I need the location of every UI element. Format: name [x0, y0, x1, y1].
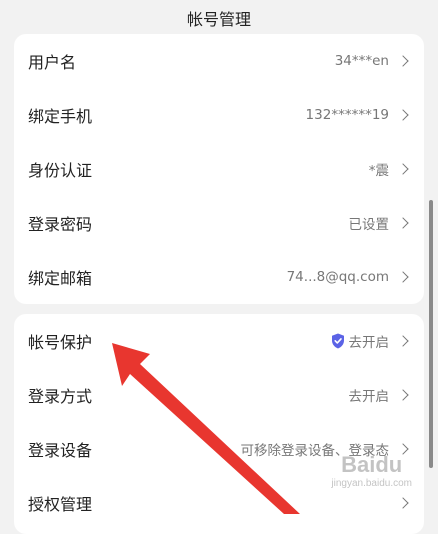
chevron-right-icon — [397, 55, 409, 67]
row-value: 34***en — [334, 53, 389, 69]
row-value: 132******19 — [305, 107, 389, 123]
row-value: 去开启 — [348, 335, 390, 351]
page-header: 帐号管理 — [0, 0, 438, 36]
chevron-right-icon — [397, 217, 409, 229]
shield-check-icon — [331, 333, 344, 349]
page-title: 帐号管理 — [186, 10, 251, 29]
row-label: 登录密码 — [28, 215, 93, 234]
chevron-right-icon — [397, 335, 409, 347]
row-value: *震 — [368, 163, 389, 179]
row-label: 绑定手机 — [28, 107, 93, 126]
security-card: 帐号保护 去开启 登录方式 去开启 登录设备 可移除登录设备、登录态 授权管理 — [14, 314, 424, 534]
row-login-devices[interactable]: 登录设备 可移除登录设备、登录态 — [14, 422, 424, 476]
row-label: 用户名 — [28, 53, 77, 72]
chevron-right-icon — [397, 109, 409, 121]
row-bind-email[interactable]: 绑定邮箱 74...8@qq.com — [14, 250, 424, 304]
row-identity-verification[interactable]: 身份认证 *震 — [14, 142, 424, 196]
chevron-right-icon — [397, 271, 409, 283]
row-label: 授权管理 — [28, 495, 93, 514]
scrollbar[interactable] — [429, 200, 433, 468]
row-label: 绑定邮箱 — [28, 269, 93, 288]
row-username[interactable]: 用户名 34***en — [14, 34, 424, 88]
chevron-right-icon — [397, 389, 409, 401]
chevron-right-icon — [397, 163, 409, 175]
row-account-protection[interactable]: 帐号保护 去开启 — [14, 314, 424, 368]
row-login-method[interactable]: 登录方式 去开启 — [14, 368, 424, 422]
row-label: 登录方式 — [28, 387, 93, 406]
row-value: 可移除登录设备、登录态 — [240, 443, 390, 459]
row-authorization-management[interactable]: 授权管理 — [14, 476, 424, 530]
row-label: 帐号保护 — [28, 333, 93, 352]
row-label: 登录设备 — [28, 441, 93, 460]
chevron-right-icon — [397, 443, 409, 455]
row-bind-phone[interactable]: 绑定手机 132******19 — [14, 88, 424, 142]
row-login-password[interactable]: 登录密码 已设置 — [14, 196, 424, 250]
row-value: 74...8@qq.com — [286, 269, 389, 285]
row-label: 身份认证 — [28, 161, 93, 180]
account-info-card: 用户名 34***en 绑定手机 132******19 身份认证 *震 登录密… — [14, 34, 424, 304]
chevron-right-icon — [397, 497, 409, 509]
row-value: 去开启 — [348, 389, 390, 405]
row-value: 已设置 — [348, 217, 390, 233]
